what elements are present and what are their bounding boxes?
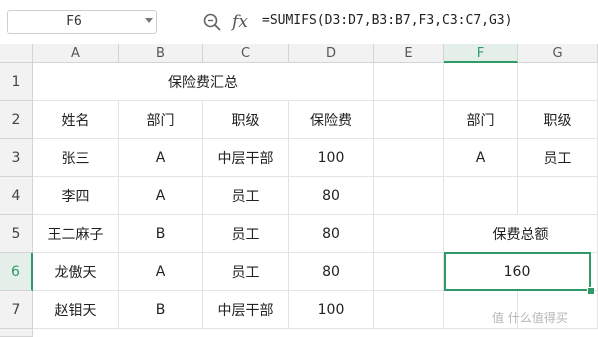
cell-e2[interactable] bbox=[374, 101, 444, 139]
table-cell[interactable]: 中层干部 bbox=[203, 139, 289, 177]
row-header-6[interactable]: 6 bbox=[0, 253, 33, 291]
table-cell[interactable]: 中层干部 bbox=[203, 291, 289, 329]
row-header-7[interactable]: 7 bbox=[0, 291, 33, 329]
row-header-5[interactable]: 5 bbox=[0, 215, 33, 253]
name-box-value: F6 bbox=[66, 14, 82, 29]
table-cell[interactable]: 员工 bbox=[203, 253, 289, 291]
table-cell[interactable]: 员工 bbox=[203, 215, 289, 253]
column-header-f[interactable]: F bbox=[444, 44, 518, 63]
table-cell[interactable]: 王二麻子 bbox=[33, 215, 119, 253]
criteria-header-rank[interactable]: 职级 bbox=[518, 101, 598, 139]
table-cell[interactable]: 100 bbox=[289, 291, 374, 329]
result-value-cell[interactable]: 160 bbox=[444, 253, 591, 291]
cell-f4[interactable] bbox=[444, 177, 518, 215]
table-cell[interactable]: B bbox=[119, 291, 203, 329]
table-cell[interactable]: A bbox=[119, 139, 203, 177]
chevron-down-icon[interactable] bbox=[145, 18, 153, 23]
row-header-4[interactable]: 4 bbox=[0, 177, 33, 215]
table-cell[interactable]: 80 bbox=[289, 253, 374, 291]
spreadsheet-grid: A B C D E F G 1 2 3 4 5 6 7 保险费汇总 姓名 部门 … bbox=[0, 44, 598, 337]
cell-e7[interactable] bbox=[374, 291, 444, 329]
criteria-value-department[interactable]: A bbox=[444, 139, 518, 177]
column-header-b[interactable]: B bbox=[119, 44, 203, 63]
header-cell-premium[interactable]: 保险费 bbox=[289, 101, 374, 139]
formula-bar: F6 fx =SUMIFS(D3:D7,B3:B7,F3,C3:C7,G3) bbox=[0, 0, 598, 45]
cell-g4[interactable] bbox=[518, 177, 598, 215]
row-header-8[interactable] bbox=[0, 329, 33, 337]
column-header-e[interactable]: E bbox=[374, 44, 444, 63]
fill-handle[interactable] bbox=[587, 287, 595, 295]
row-header-3[interactable]: 3 bbox=[0, 139, 33, 177]
cell-e6[interactable] bbox=[374, 253, 444, 291]
table-title-cell[interactable]: 保险费汇总 bbox=[33, 63, 374, 101]
cell-g1[interactable] bbox=[518, 63, 598, 101]
column-header-a[interactable]: A bbox=[33, 44, 119, 63]
cell-f1[interactable] bbox=[444, 63, 518, 101]
header-cell-department[interactable]: 部门 bbox=[119, 101, 203, 139]
header-cell-name[interactable]: 姓名 bbox=[33, 101, 119, 139]
table-cell[interactable]: 赵钼天 bbox=[33, 291, 119, 329]
header-cell-rank[interactable]: 职级 bbox=[203, 101, 289, 139]
table-cell[interactable]: B bbox=[119, 215, 203, 253]
table-cell[interactable]: A bbox=[119, 253, 203, 291]
zoom-search-icon[interactable] bbox=[202, 12, 222, 32]
table-cell[interactable]: 员工 bbox=[203, 177, 289, 215]
result-label-cell[interactable]: 保费总额 bbox=[444, 215, 598, 253]
row-header-2[interactable]: 2 bbox=[0, 101, 33, 139]
cell-e3[interactable] bbox=[374, 139, 444, 177]
table-cell[interactable]: 张三 bbox=[33, 139, 119, 177]
formula-input[interactable]: =SUMIFS(D3:D7,B3:B7,F3,C3:C7,G3) bbox=[262, 10, 512, 34]
criteria-header-department[interactable]: 部门 bbox=[444, 101, 518, 139]
column-header-g[interactable]: G bbox=[518, 44, 598, 63]
select-all-corner[interactable] bbox=[0, 44, 33, 63]
table-cell[interactable]: 80 bbox=[289, 177, 374, 215]
cell-e1[interactable] bbox=[374, 63, 444, 101]
criteria-value-rank[interactable]: 员工 bbox=[518, 139, 598, 177]
watermark-text: 值 什么值得买 bbox=[492, 311, 568, 325]
cell-e5[interactable] bbox=[374, 215, 444, 253]
cell-e4[interactable] bbox=[374, 177, 444, 215]
table-cell[interactable]: 龙傲天 bbox=[33, 253, 119, 291]
table-cell[interactable]: A bbox=[119, 177, 203, 215]
cell-h6[interactable] bbox=[591, 253, 598, 291]
column-header-c[interactable]: C bbox=[203, 44, 289, 63]
table-cell[interactable]: 80 bbox=[289, 215, 374, 253]
column-header-d[interactable]: D bbox=[289, 44, 374, 63]
table-cell[interactable]: 100 bbox=[289, 139, 374, 177]
table-cell[interactable]: 李四 bbox=[33, 177, 119, 215]
name-box[interactable]: F6 bbox=[7, 10, 157, 34]
fx-icon[interactable]: fx bbox=[229, 11, 251, 33]
row-header-1[interactable]: 1 bbox=[0, 63, 33, 101]
